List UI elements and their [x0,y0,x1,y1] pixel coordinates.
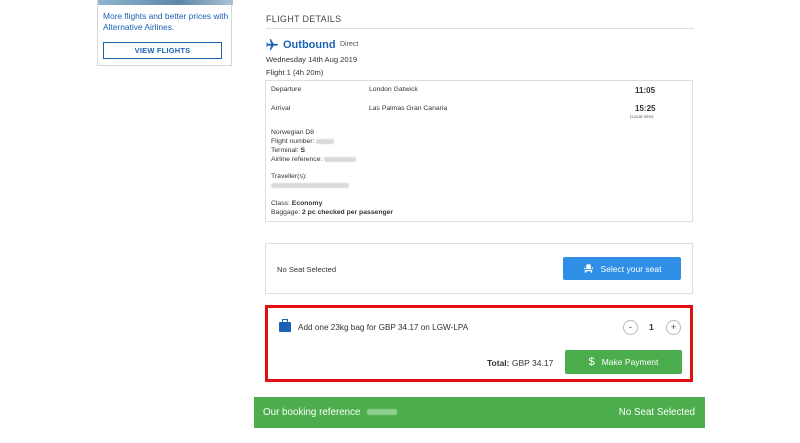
local-time-note: (Local time) [630,114,654,119]
flight-date: Wednesday 14th Aug 2019 [266,55,358,64]
flight-number-row: Flight number: [271,138,335,145]
redacted-flight-number [316,138,335,144]
select-seat-button[interactable]: Select your seat [563,257,681,280]
departure-time: 11:05 [635,86,656,95]
bag-quantity: 1 [649,322,654,332]
briefcase-icon [279,319,291,332]
flight-number-label: Flight number: [271,138,315,145]
baggage-row: Baggage: 2 pc checked per passenger [271,209,393,216]
baggage-value: 2 pc checked per passenger [302,209,394,216]
total-value: GBP 34.17 [511,358,554,368]
class-value: Economy [291,200,323,207]
class-row: Class: Economy [271,200,322,207]
booking-reference-bar: Our booking reference No Seat Selected [254,397,705,428]
baggage-label: Baggage: [271,209,301,216]
make-payment-button[interactable]: $ Make Payment [565,350,682,374]
arrival-label: Arrival [271,105,291,112]
seat-status: No Seat Selected [277,265,337,274]
increase-quantity-button[interactable]: + [666,320,681,335]
flight-card: Departure London Gatwick 11:05 Arrival L… [265,80,693,222]
traveller-name-row [271,182,349,189]
flight-type-label: Direct [340,41,359,48]
direction-label: Outbound [283,39,336,51]
add-bag-text: Add one 23kg bag for GBP 34.17 on LGW-LP… [298,323,469,332]
redacted-airline-reference [324,156,357,162]
airline-reference-row: Airline reference: [271,156,357,163]
travellers-label: Traveller(s): [271,173,307,180]
terminal-row: Terminal: S [271,147,305,154]
redacted-traveller-name [271,182,349,188]
class-label: Class: [271,200,290,207]
promo-image [98,0,233,5]
section-title: FLIGHT DETAILS [266,14,342,24]
plane-icon [266,39,278,51]
airline-reference-label: Airline reference: [271,156,323,163]
flight-info: Flight 1 (4h 20m) [266,68,324,77]
decrease-quantity-button[interactable]: - [623,320,638,335]
arrival-time: 15:25 [635,104,656,113]
terminal-value: S [300,147,306,154]
seat-selection-panel: No Seat Selected Select your seat [265,243,693,294]
view-flights-button[interactable]: VIEW FLIGHTS [103,42,222,59]
airline-name: Norwegian D8 [271,129,315,136]
departure-airport: London Gatwick [369,86,418,93]
footer-seat-status: No Seat Selected [618,407,695,418]
redacted-booking-reference [367,409,398,416]
booking-reference: Our booking reference [263,407,398,418]
divider [266,28,694,29]
booking-reference-label: Our booking reference [263,407,361,418]
select-seat-label: Select your seat [600,263,662,274]
dollar-icon: $ [588,356,595,368]
seat-icon [583,264,593,273]
promo-panel: More flights and better prices with Alte… [97,0,233,66]
arrival-airport: Las Palmas Gran Canaria [369,105,448,112]
departure-label: Departure [271,86,302,93]
promo-text: More flights and better prices with Alte… [103,11,229,32]
total-row: Total: GBP 34.17 [487,358,553,368]
add-bag-panel: Add one 23kg bag for GBP 34.17 on LGW-LP… [265,305,693,382]
terminal-label: Terminal: [271,147,299,154]
total-label: Total: [487,358,510,368]
make-payment-label: Make Payment [601,357,659,367]
